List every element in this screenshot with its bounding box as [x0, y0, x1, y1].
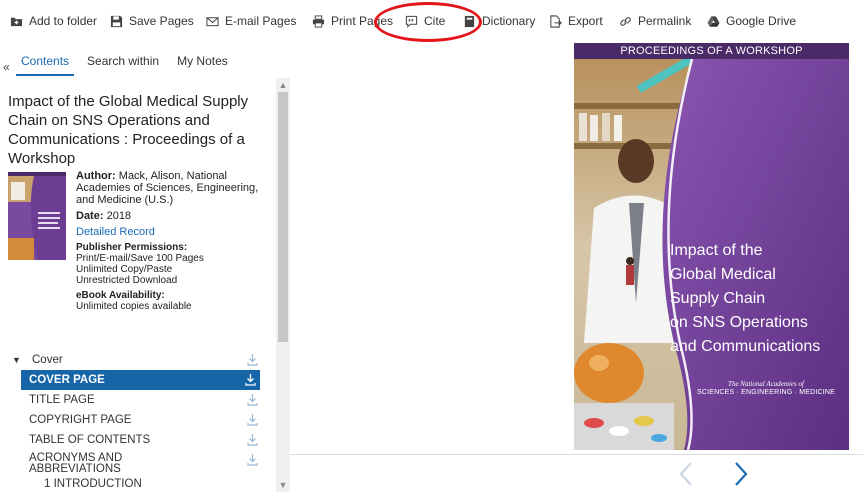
- book-metadata: Author: Mack, Alison, National Academies…: [76, 170, 276, 316]
- printer-icon: [312, 14, 325, 28]
- permissions-label: Publisher Permissions:: [76, 242, 188, 253]
- viewer-divider: [290, 454, 863, 455]
- toc-item-label: COPYRIGHT PAGE: [29, 414, 132, 426]
- cover-title-line: Impact of the: [670, 242, 763, 259]
- permission-copy: Unlimited Copy/Paste: [76, 264, 173, 275]
- save-pages-label: Save Pages: [129, 14, 194, 28]
- envelope-icon: [206, 16, 219, 26]
- cover-title-line: and Communications: [670, 338, 821, 355]
- thumbnail-artwork: [8, 172, 66, 260]
- book-title: Impact of the Global Medical Supply Chai…: [8, 93, 249, 167]
- google-drive-label: Google Drive: [726, 14, 797, 28]
- collapse-panel-button[interactable]: «: [3, 60, 10, 74]
- save-icon: [110, 15, 123, 27]
- email-pages-button[interactable]: E-mail Pages: [206, 12, 296, 30]
- save-pages-button[interactable]: Save Pages: [110, 12, 194, 30]
- tab-contents[interactable]: Contents: [16, 48, 75, 76]
- quote-icon: [405, 15, 418, 28]
- export-label: Export: [568, 14, 603, 28]
- folder-add-icon: [10, 17, 23, 26]
- detailed-record-link[interactable]: Detailed Record: [76, 226, 155, 238]
- toc-section-label: Cover: [32, 354, 63, 366]
- book-cover-page: PROCEEDINGS OF A WORKSHOP Impact of the …: [574, 43, 849, 450]
- google-drive-button[interactable]: Google Drive: [707, 12, 796, 30]
- toc-item-label: TABLE OF CONTENTS: [29, 434, 151, 446]
- export-button[interactable]: Export: [549, 12, 603, 30]
- date-label: Date:: [76, 210, 104, 222]
- add-to-folder-label: Add to folder: [29, 14, 98, 28]
- availability-label: eBook Availability:: [76, 290, 165, 301]
- tab-search-within[interactable]: Search within: [82, 48, 164, 76]
- toc-item-title-page[interactable]: TITLE PAGE: [8, 390, 262, 410]
- cite-button[interactable]: Cite: [405, 12, 445, 30]
- toc-item-table-of-contents[interactable]: TABLE OF CONTENTS: [8, 430, 262, 450]
- scroll-up-arrow-icon[interactable]: ▲: [276, 78, 290, 92]
- panel-scrollbar[interactable]: ▲ ▼: [276, 78, 290, 492]
- cover-title-line: Global Medical: [670, 266, 776, 283]
- book-icon: [464, 15, 475, 27]
- tab-my-notes[interactable]: My Notes: [172, 48, 233, 76]
- email-pages-label: E-mail Pages: [225, 14, 297, 28]
- toc-item-label: TITLE PAGE: [29, 394, 95, 406]
- cover-title: Impact of the Global Medical Supply Chai…: [670, 239, 849, 359]
- toc-item-label: 1 INTRODUCTION: [44, 478, 142, 490]
- toc-item-introduction[interactable]: 1 INTRODUCTION: [8, 478, 262, 490]
- panel-tabs: Contents Search within My Notes: [16, 48, 241, 76]
- download-icon[interactable]: [247, 353, 258, 366]
- scroll-thumb[interactable]: [278, 92, 288, 342]
- download-icon[interactable]: [247, 433, 258, 446]
- next-page-arrow-icon[interactable]: [731, 460, 751, 488]
- print-pages-label: Print Pages: [331, 14, 394, 28]
- permalink-label: Permalink: [638, 14, 692, 28]
- permission-print: Print/E-mail/Save 100 Pages: [76, 253, 204, 264]
- link-icon: [620, 16, 631, 26]
- permission-download: Unrestricted Download: [76, 275, 178, 286]
- download-icon[interactable]: [247, 453, 258, 466]
- toc-item-cover-page[interactable]: COVER PAGE: [21, 370, 260, 390]
- toc-item-acronyms[interactable]: ACRONYMS AND ABBREVIATIONS: [8, 450, 262, 478]
- dictionary-label: Dictionary: [482, 14, 536, 28]
- permalink-button[interactable]: Permalink: [619, 12, 691, 30]
- caret-down-icon: ▼: [12, 355, 21, 365]
- cover-title-line: Supply Chain: [670, 290, 766, 307]
- scroll-down-arrow-icon[interactable]: ▼: [276, 478, 290, 492]
- download-icon[interactable]: [247, 393, 258, 406]
- previous-page-arrow-icon[interactable]: [676, 460, 696, 488]
- availability-value: Unlimited copies available: [76, 301, 192, 312]
- download-icon[interactable]: [245, 373, 256, 386]
- book-cover-thumbnail[interactable]: [8, 172, 66, 260]
- toc-item-label: ACRONYMS AND ABBREVIATIONS: [29, 452, 123, 475]
- cover-publisher-line2: SCIENCES · ENGINEERING · MEDICINE: [696, 389, 836, 396]
- print-pages-button[interactable]: Print Pages: [312, 12, 393, 30]
- cover-header: PROCEEDINGS OF A WORKSHOP: [574, 43, 849, 59]
- toolbar: Add to folder Save Pages E-mail Pages Pr…: [0, 0, 863, 42]
- table-of-contents: ▼ Cover COVER PAGE TITLE PAGE COPYRIGHT …: [8, 350, 262, 490]
- dictionary-button[interactable]: Dictionary: [463, 12, 535, 30]
- toc-item-copyright-page[interactable]: COPYRIGHT PAGE: [8, 410, 262, 430]
- author-label: Author:: [76, 170, 116, 182]
- add-to-folder-button[interactable]: Add to folder: [10, 12, 97, 30]
- cite-label: Cite: [424, 14, 446, 28]
- cover-publisher-line1: The National Academies of: [728, 380, 804, 388]
- cover-title-line: on SNS Operations: [670, 314, 808, 331]
- export-icon: [550, 14, 562, 28]
- toc-item-label: COVER PAGE: [29, 374, 105, 386]
- date-value: 2018: [106, 210, 132, 222]
- toc-section-cover[interactable]: ▼ Cover: [8, 350, 262, 370]
- google-drive-icon: [707, 15, 720, 27]
- download-icon[interactable]: [247, 413, 258, 426]
